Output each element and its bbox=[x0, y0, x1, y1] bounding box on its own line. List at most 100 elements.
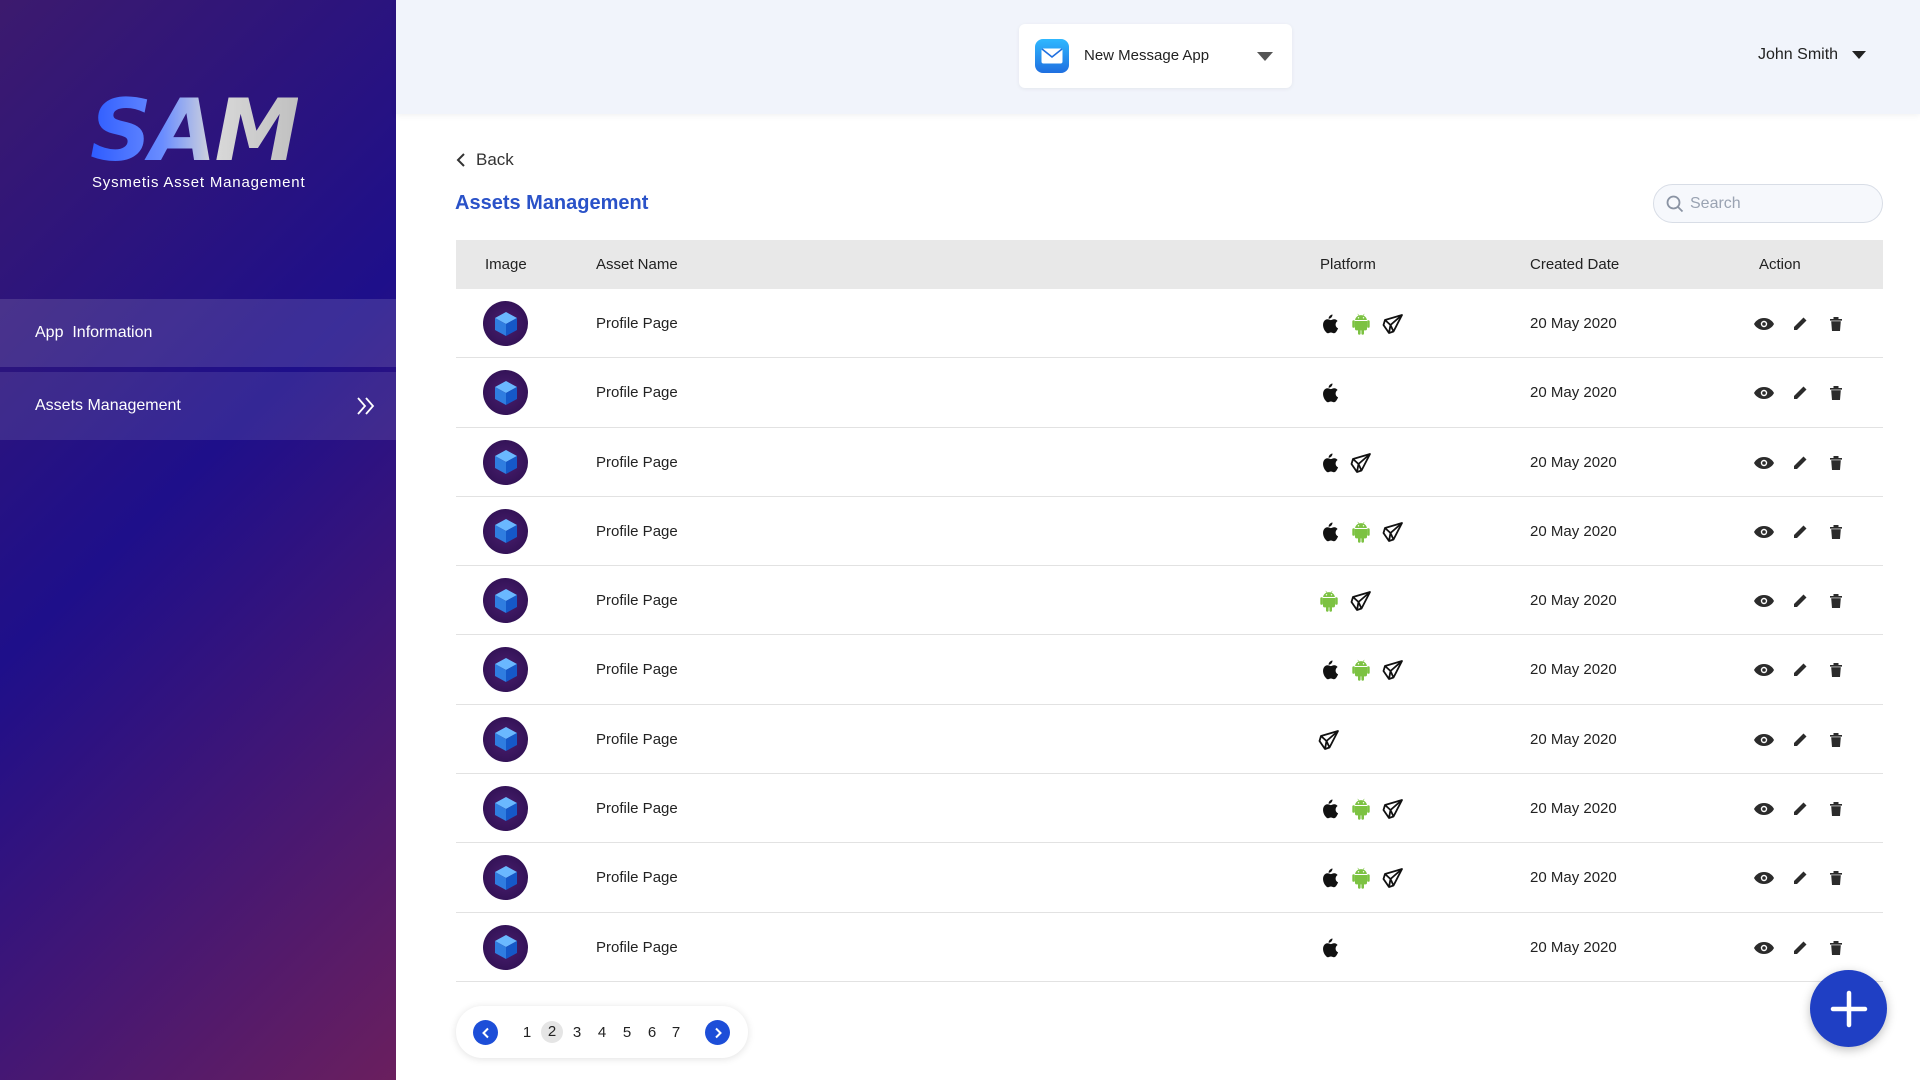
view-icon bbox=[1753, 521, 1775, 543]
created-date: 20 May 2020 bbox=[1530, 522, 1617, 540]
apple-icon bbox=[1318, 798, 1340, 820]
sidebar-item-app-information[interactable]: App Information bbox=[0, 299, 396, 367]
assets-table: Image Asset Name Platform Created Date A… bbox=[456, 240, 1883, 982]
view-button[interactable] bbox=[1753, 521, 1775, 543]
page-number-current[interactable]: 2 bbox=[541, 1021, 563, 1043]
edit-button[interactable] bbox=[1789, 867, 1811, 889]
delete-button[interactable] bbox=[1825, 590, 1847, 612]
android-icon bbox=[1350, 313, 1372, 335]
android-icon bbox=[1350, 867, 1372, 890]
delete-button[interactable] bbox=[1825, 659, 1847, 681]
page-number[interactable]: 1 bbox=[516, 1022, 538, 1044]
platform-icons bbox=[1318, 312, 1404, 336]
table-row[interactable]: Profile Page 20 May 2020 bbox=[456, 566, 1883, 636]
table-row[interactable]: Profile Page 20 May 2020 bbox=[456, 358, 1883, 428]
delete-button[interactable] bbox=[1825, 382, 1847, 404]
view-button[interactable] bbox=[1753, 382, 1775, 404]
sidebar-item-assets-management[interactable]: Assets Management bbox=[0, 372, 396, 440]
asset-name: Profile Page bbox=[596, 522, 678, 540]
app-selector-value: New Message App bbox=[1084, 47, 1210, 64]
created-date: 20 May 2020 bbox=[1530, 730, 1617, 748]
view-button[interactable] bbox=[1753, 590, 1775, 612]
page-number[interactable]: 5 bbox=[616, 1022, 638, 1044]
table-row[interactable]: Profile Page 20 May 2020 bbox=[456, 289, 1883, 359]
column-header-platform: Platform bbox=[1320, 256, 1376, 273]
edit-icon bbox=[1789, 729, 1811, 751]
edit-button[interactable] bbox=[1789, 659, 1811, 681]
table-header: Image Asset Name Platform Created Date A… bbox=[456, 240, 1883, 289]
delete-icon bbox=[1825, 798, 1847, 820]
edit-icon bbox=[1789, 590, 1811, 612]
delete-button[interactable] bbox=[1825, 867, 1847, 889]
prev-page-button[interactable] bbox=[473, 1020, 498, 1045]
unity-icon bbox=[1350, 452, 1372, 474]
cube-icon bbox=[494, 796, 517, 821]
cube-icon bbox=[494, 727, 517, 752]
view-button[interactable] bbox=[1753, 452, 1775, 474]
delete-button[interactable] bbox=[1825, 937, 1847, 959]
delete-button[interactable] bbox=[1825, 729, 1847, 751]
edit-button[interactable] bbox=[1789, 729, 1811, 751]
view-button[interactable] bbox=[1753, 659, 1775, 681]
add-asset-button[interactable] bbox=[1810, 970, 1887, 1047]
table-row[interactable]: Profile Page 20 May 2020 bbox=[456, 635, 1883, 705]
android-icon bbox=[1350, 659, 1372, 682]
page-number[interactable]: 6 bbox=[641, 1022, 663, 1044]
edit-button[interactable] bbox=[1789, 937, 1811, 959]
delete-icon bbox=[1825, 659, 1847, 681]
edit-button[interactable] bbox=[1789, 452, 1811, 474]
sidebar-item-label: Assets Management bbox=[35, 397, 181, 414]
page-number[interactable]: 7 bbox=[665, 1022, 687, 1044]
table-row[interactable]: Profile Page 20 May 2020 bbox=[456, 497, 1883, 567]
edit-icon bbox=[1789, 382, 1811, 404]
page-number[interactable]: 3 bbox=[566, 1022, 588, 1044]
user-name: John Smith bbox=[1758, 46, 1839, 63]
cube-icon bbox=[494, 588, 517, 613]
next-page-button[interactable] bbox=[705, 1020, 730, 1045]
page-number[interactable]: 4 bbox=[591, 1022, 613, 1044]
user-menu[interactable]: John Smith bbox=[1758, 46, 1866, 64]
created-date: 20 May 2020 bbox=[1530, 661, 1617, 679]
app-selector-dropdown[interactable]: New Message App bbox=[1019, 24, 1292, 88]
delete-button[interactable] bbox=[1825, 313, 1847, 335]
row-actions bbox=[1753, 590, 1847, 612]
search-input[interactable] bbox=[1690, 193, 1870, 215]
asset-thumbnail bbox=[483, 370, 528, 416]
delete-button[interactable] bbox=[1825, 452, 1847, 474]
platform-icons bbox=[1318, 451, 1372, 475]
view-button[interactable] bbox=[1753, 729, 1775, 751]
unity-icon bbox=[1382, 659, 1404, 681]
edit-icon bbox=[1789, 521, 1811, 543]
asset-thumbnail bbox=[483, 508, 528, 554]
delete-icon bbox=[1825, 937, 1847, 959]
view-icon bbox=[1753, 313, 1775, 335]
view-button[interactable] bbox=[1753, 867, 1775, 889]
asset-thumbnail bbox=[483, 716, 528, 762]
created-date: 20 May 2020 bbox=[1530, 869, 1617, 887]
edit-button[interactable] bbox=[1789, 382, 1811, 404]
cube-icon bbox=[494, 519, 517, 544]
edit-icon bbox=[1789, 937, 1811, 959]
table-row[interactable]: Profile Page 20 May 2020 bbox=[456, 913, 1883, 982]
view-button[interactable] bbox=[1753, 937, 1775, 959]
delete-icon bbox=[1825, 313, 1847, 335]
cube-icon bbox=[494, 865, 517, 890]
table-row[interactable]: Profile Page 20 May 2020 bbox=[456, 774, 1883, 844]
back-link[interactable]: Back bbox=[456, 150, 514, 170]
edit-button[interactable] bbox=[1789, 798, 1811, 820]
view-button[interactable] bbox=[1753, 798, 1775, 820]
row-actions bbox=[1753, 867, 1847, 889]
view-button[interactable] bbox=[1753, 313, 1775, 335]
platform-icons bbox=[1318, 797, 1404, 821]
unity-icon bbox=[1382, 313, 1404, 335]
delete-icon bbox=[1825, 452, 1847, 474]
edit-button[interactable] bbox=[1789, 313, 1811, 335]
table-row[interactable]: Profile Page 20 May 2020 bbox=[456, 843, 1883, 913]
edit-icon bbox=[1789, 452, 1811, 474]
table-row[interactable]: Profile Page 20 May 2020 bbox=[456, 705, 1883, 775]
edit-button[interactable] bbox=[1789, 590, 1811, 612]
edit-button[interactable] bbox=[1789, 521, 1811, 543]
table-row[interactable]: Profile Page 20 May 2020 bbox=[456, 428, 1883, 497]
delete-button[interactable] bbox=[1825, 798, 1847, 820]
delete-button[interactable] bbox=[1825, 521, 1847, 543]
